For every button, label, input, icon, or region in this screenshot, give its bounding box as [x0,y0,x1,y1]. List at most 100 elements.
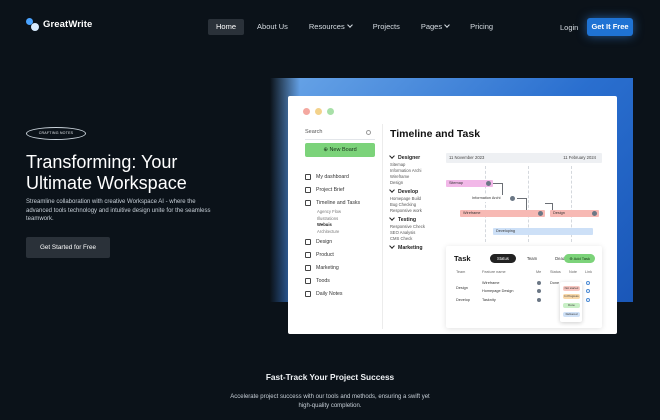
mockup-page-title: Timeline and Task [390,128,481,140]
bar-label: Design [553,211,565,215]
nav-projects[interactable]: Projects [365,19,408,35]
sidebar-item-dashboard[interactable]: My dashboard [305,170,383,183]
home-icon [305,173,311,180]
timeline-bar-information[interactable]: Information Archi [469,195,517,202]
group-item: CMS Check [390,236,413,241]
sidebar-item-label: Daily Notes [316,290,343,297]
mockup-search-input[interactable]: Search [305,127,375,140]
link-icon[interactable] [586,281,590,285]
box-icon [305,251,311,258]
design-icon [305,238,311,245]
search-icon [366,130,371,135]
hero-title: Transforming: Your Ultimate Workspace [26,152,187,193]
sidebar-divider [382,124,383,329]
tools-icon [305,277,311,284]
feature-name: Tasknity [482,298,496,302]
avatar [592,211,597,216]
sidebar-item-label: Marketing [316,264,339,271]
marketing-icon [305,264,311,271]
sidebar-item-label: My dashboard [316,173,349,180]
nav-about-us[interactable]: About Us [249,19,296,35]
group-develop[interactable]: Develop [390,189,442,196]
avatar [510,196,515,201]
section-subtitle: Accelerate project success with our tool… [230,394,430,409]
sidebar-item-timeline[interactable]: Timeline and Tasks [305,196,383,209]
col-feature: Feature name [482,270,506,274]
sidebar-item-marketing[interactable]: Marketing [305,261,383,274]
chevron-down-icon [346,22,353,28]
get-it-free-button[interactable]: Get It Free [587,18,633,36]
hero-pill-badge: CRAFTING NOTES [26,127,86,140]
notes-icon [305,290,311,297]
sidebar-item-daily-notes[interactable]: Daily Notes [305,287,383,300]
tab-team[interactable]: Team [520,254,544,263]
status-option-delivered[interactable]: Delivered [563,312,580,317]
task-panel-title: Task [454,254,471,263]
task-groups: Designer Sitemap Information Archi Wiref… [390,152,442,252]
avatar [537,289,541,293]
brand-name: GreatWrite [43,19,93,30]
group-marketing[interactable]: Marketing [390,245,442,252]
mockup-sidebar: Search ⊕ New Board My dashboard Project … [288,124,382,334]
timeline-bar-wireframe[interactable]: Wireframe [460,210,545,217]
date-start: 11 November 2023 [449,155,485,160]
window-maximize-dot [327,108,334,115]
sidebar-item-toods[interactable]: Toods [305,274,383,287]
sidebar-item-label: Product [316,251,334,258]
timeline-bar-sitemap[interactable]: Sitemap [446,180,493,187]
status-option-done[interactable]: Done [563,303,580,308]
status-option-in-progress[interactable]: In Progress [563,294,580,299]
dependency-connector [493,183,503,195]
sidebar-item-label: Timeline and Tasks [316,199,361,206]
sidebar-item-label: Design [316,238,333,245]
file-icon [305,186,311,193]
link-icon[interactable] [586,289,590,293]
search-placeholder: Search [305,129,323,135]
task-panel: Task Status Team Deadline ⊕ Add Task Tea… [446,246,602,328]
link-icon[interactable] [586,298,590,302]
nav-about-label: About Us [257,22,288,31]
status-option-not-started[interactable]: Not started [563,286,580,291]
col-link: Link [585,270,592,274]
sidebar-item-project-brief[interactable]: Project Brief [305,183,383,196]
avatar [486,181,491,186]
get-started-button[interactable]: Get Started for Free [26,237,110,258]
group-item: Design [390,180,404,185]
top-nav: GreatWrite Home About Us Resources Proje… [0,0,660,54]
group-designer[interactable]: Designer [390,155,442,162]
timeline-date-header: 11 November 2023 11 February 2024 [446,153,602,163]
avatar [537,281,541,285]
mockup-nav: My dashboard Project Brief Timeline and … [305,170,383,300]
chevron-down-icon [444,22,450,28]
timeline-icon [305,199,311,206]
new-board-button[interactable]: ⊕ New Board [305,143,375,157]
nav-resources[interactable]: Resources [301,19,360,35]
nav-home[interactable]: Home [208,19,245,35]
date-end: 11 February 2024 [563,155,596,160]
col-me: Me [536,270,542,274]
nav-pages-label: Pages [420,22,443,31]
nav-pricing[interactable]: Pricing [462,19,501,35]
window-controls [303,108,334,115]
nav-home-label: Home [216,22,237,31]
login-link[interactable]: Login [560,23,578,32]
status-value[interactable]: Done [550,281,559,285]
timeline-gridline [485,166,486,242]
tab-status[interactable]: Status [490,254,516,263]
status-dropdown-menu: Not started In Progress Done Delivered [560,282,582,322]
timeline-bar-design[interactable]: Design [550,210,599,217]
bar-label: Sitemap [449,181,463,185]
add-task-button[interactable]: ⊕ Add Task [564,254,595,263]
main-menu: Home About Us Resources Projects Pages P… [208,19,506,35]
brand-logo[interactable]: GreatWrite [26,18,92,31]
window-close-dot [303,108,310,115]
sidebar-item-label: Toods [316,277,330,284]
nav-pages[interactable]: Pages [413,19,457,35]
sidebar-item-product[interactable]: Product [305,248,383,261]
window-minimize-dot [315,108,322,115]
avatar [537,298,541,302]
timeline-bar-developing[interactable]: Developing [493,228,593,235]
group-testing[interactable]: Testing [390,217,442,224]
app-mockup: Search ⊕ New Board My dashboard Project … [288,96,617,334]
sidebar-item-design[interactable]: Design [305,235,383,248]
